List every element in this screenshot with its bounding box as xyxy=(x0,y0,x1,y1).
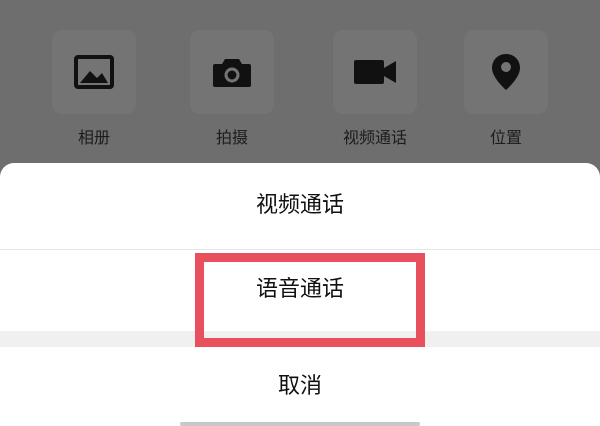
camera-icon xyxy=(213,59,251,87)
shoot-tile[interactable] xyxy=(190,30,274,114)
tool-video-call[interactable]: 视频通话 xyxy=(333,30,417,148)
sheet-separator xyxy=(0,331,600,347)
chat-tool-panel: 相册 拍摄 视频通话 位置 xyxy=(0,0,600,170)
tool-shoot[interactable]: 拍摄 xyxy=(190,30,274,148)
location-tile[interactable] xyxy=(464,30,548,114)
image-icon xyxy=(74,55,114,89)
cancel-button[interactable]: 取消 xyxy=(0,347,600,426)
tool-label-video-call: 视频通话 xyxy=(342,128,407,147)
video-call-tile[interactable] xyxy=(333,30,417,114)
tool-label-shoot: 拍摄 xyxy=(215,128,248,147)
tool-album[interactable]: 相册 xyxy=(52,30,136,148)
voice-call-option[interactable]: 语音通话 xyxy=(0,250,600,330)
tool-label-album: 相册 xyxy=(77,128,110,147)
home-indicator xyxy=(180,422,420,426)
album-tile[interactable] xyxy=(52,30,136,114)
call-action-sheet: 视频通话 语音通话 取消 xyxy=(0,163,600,426)
tool-location[interactable]: 位置 xyxy=(464,30,548,148)
video-icon xyxy=(354,60,396,84)
location-pin-icon xyxy=(492,54,520,90)
tool-label-location: 位置 xyxy=(489,128,522,147)
video-call-option[interactable]: 视频通话 xyxy=(0,163,600,250)
